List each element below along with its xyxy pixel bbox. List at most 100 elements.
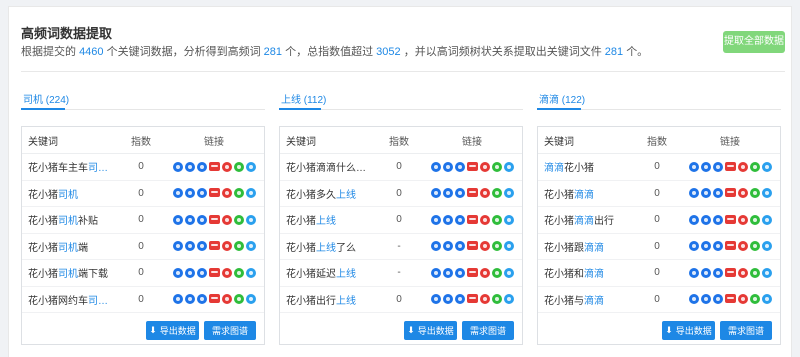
wechat-icon[interactable] <box>233 294 244 305</box>
weibo-icon[interactable] <box>221 241 232 252</box>
baidu-pc-icon[interactable] <box>430 294 441 305</box>
360-search-icon[interactable] <box>454 241 465 252</box>
keyword-cell[interactable]: 花小猪司机补贴 <box>22 212 118 227</box>
weibo-icon[interactable] <box>221 294 232 305</box>
baidu-pc-icon[interactable] <box>688 294 699 305</box>
baidu-pc-icon[interactable] <box>430 241 441 252</box>
group-tab[interactable]: 上线 (112) <box>279 81 523 110</box>
toutiao-icon[interactable] <box>466 267 478 277</box>
wechat-icon[interactable] <box>491 241 502 252</box>
weibo-icon[interactable] <box>737 214 748 225</box>
export-data-button[interactable]: ⬇ 导出数据 <box>662 321 715 340</box>
weibo-icon[interactable] <box>737 267 748 278</box>
keyword-cell[interactable]: 花小猪上线 <box>280 212 376 227</box>
zhihu-icon[interactable] <box>245 241 256 252</box>
weibo-icon[interactable] <box>479 294 490 305</box>
zhihu-icon[interactable] <box>503 294 514 305</box>
zhihu-icon[interactable] <box>761 241 772 252</box>
keyword-cell[interactable]: 花小猪司机 <box>22 186 118 201</box>
baidu-pc-icon[interactable] <box>172 161 183 172</box>
weibo-icon[interactable] <box>479 267 490 278</box>
baidu-pc-icon[interactable] <box>688 267 699 278</box>
toutiao-icon[interactable] <box>208 241 220 251</box>
zhihu-icon[interactable] <box>245 267 256 278</box>
wechat-icon[interactable] <box>491 267 502 278</box>
weibo-icon[interactable] <box>737 161 748 172</box>
keyword-cell[interactable]: 花小猪滴滴出行 <box>538 212 634 227</box>
toutiao-icon[interactable] <box>466 294 478 304</box>
wechat-icon[interactable] <box>233 214 244 225</box>
zhihu-icon[interactable] <box>503 188 514 199</box>
keyword-cell[interactable]: 花小猪跟滴滴 <box>538 239 634 254</box>
wechat-icon[interactable] <box>233 161 244 172</box>
wechat-icon[interactable] <box>749 267 760 278</box>
wechat-icon[interactable] <box>491 161 502 172</box>
zhihu-icon[interactable] <box>761 267 772 278</box>
toutiao-icon[interactable] <box>724 188 736 198</box>
360-search-icon[interactable] <box>712 188 723 199</box>
keyword-cell[interactable]: 花小猪网约车司… <box>22 292 118 307</box>
baidu-mobile-icon[interactable] <box>184 188 195 199</box>
360-search-icon[interactable] <box>454 188 465 199</box>
group-tab[interactable]: 滴滴 (122) <box>537 81 781 110</box>
360-search-icon[interactable] <box>196 188 207 199</box>
baidu-mobile-icon[interactable] <box>184 267 195 278</box>
baidu-mobile-icon[interactable] <box>184 294 195 305</box>
360-search-icon[interactable] <box>196 214 207 225</box>
360-search-icon[interactable] <box>712 294 723 305</box>
wechat-icon[interactable] <box>233 267 244 278</box>
baidu-mobile-icon[interactable] <box>442 294 453 305</box>
baidu-pc-icon[interactable] <box>430 188 441 199</box>
zhihu-icon[interactable] <box>245 294 256 305</box>
keyword-cell[interactable]: 花小猪上线了么 <box>280 239 376 254</box>
keyword-cell[interactable]: 花小猪滴滴 <box>538 186 634 201</box>
baidu-mobile-icon[interactable] <box>442 241 453 252</box>
baidu-pc-icon[interactable] <box>172 214 183 225</box>
weibo-icon[interactable] <box>221 267 232 278</box>
toutiao-icon[interactable] <box>208 294 220 304</box>
360-search-icon[interactable] <box>454 267 465 278</box>
toutiao-icon[interactable] <box>208 267 220 277</box>
wechat-icon[interactable] <box>749 161 760 172</box>
keyword-cell[interactable]: 花小猪和滴滴 <box>538 265 634 280</box>
keyword-cell[interactable]: 花小猪多久上线 <box>280 186 376 201</box>
baidu-mobile-icon[interactable] <box>700 267 711 278</box>
360-search-icon[interactable] <box>196 241 207 252</box>
360-search-icon[interactable] <box>712 241 723 252</box>
baidu-mobile-icon[interactable] <box>442 161 453 172</box>
toutiao-icon[interactable] <box>208 161 220 171</box>
weibo-icon[interactable] <box>479 188 490 199</box>
zhihu-icon[interactable] <box>503 267 514 278</box>
wechat-icon[interactable] <box>233 241 244 252</box>
baidu-mobile-icon[interactable] <box>700 188 711 199</box>
zhihu-icon[interactable] <box>761 188 772 199</box>
toutiao-icon[interactable] <box>724 161 736 171</box>
wechat-icon[interactable] <box>491 188 502 199</box>
toutiao-icon[interactable] <box>466 161 478 171</box>
baidu-mobile-icon[interactable] <box>184 214 195 225</box>
zhihu-icon[interactable] <box>503 241 514 252</box>
weibo-icon[interactable] <box>221 214 232 225</box>
baidu-pc-icon[interactable] <box>688 241 699 252</box>
baidu-mobile-icon[interactable] <box>700 294 711 305</box>
group-tab[interactable]: 司机 (224) <box>21 81 265 110</box>
zhihu-icon[interactable] <box>761 214 772 225</box>
keyword-cell[interactable]: 花小猪滴滴什么… <box>280 159 376 174</box>
wechat-icon[interactable] <box>749 188 760 199</box>
keyword-cell[interactable]: 花小猪延迟上线 <box>280 265 376 280</box>
wechat-icon[interactable] <box>233 188 244 199</box>
zhihu-icon[interactable] <box>503 214 514 225</box>
360-search-icon[interactable] <box>454 214 465 225</box>
demand-graph-button[interactable]: 需求图谱 <box>720 321 772 340</box>
weibo-icon[interactable] <box>737 188 748 199</box>
wechat-icon[interactable] <box>749 294 760 305</box>
export-data-button[interactable]: ⬇ 导出数据 <box>146 321 199 340</box>
baidu-pc-icon[interactable] <box>430 214 441 225</box>
wechat-icon[interactable] <box>749 214 760 225</box>
360-search-icon[interactable] <box>712 161 723 172</box>
zhihu-icon[interactable] <box>761 294 772 305</box>
360-search-icon[interactable] <box>454 294 465 305</box>
weibo-icon[interactable] <box>479 214 490 225</box>
baidu-pc-icon[interactable] <box>172 267 183 278</box>
zhihu-icon[interactable] <box>245 161 256 172</box>
